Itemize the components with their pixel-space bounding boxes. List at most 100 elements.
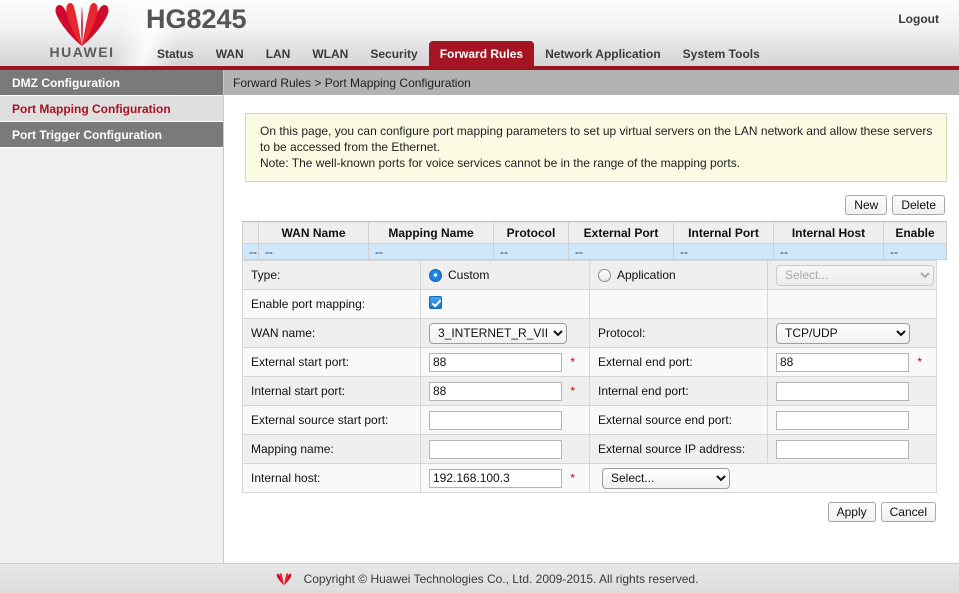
info-text-line-2: Note: The well-known ports for voice ser…: [260, 156, 741, 170]
label-type-custom: Custom: [448, 268, 490, 282]
main-content: Forward Rules > Port Mapping Configurati…: [224, 70, 959, 589]
label-wan-name: WAN name:: [242, 318, 421, 348]
huawei-wordmark: HUAWEI: [49, 44, 115, 60]
port-mapping-table: WAN Name Mapping Name Protocol External …: [242, 221, 947, 260]
external-end-port-input[interactable]: [776, 352, 909, 372]
field-internal-start-port: *: [420, 376, 590, 406]
label-external-source-end-port: External source end port:: [589, 405, 768, 435]
form-row-wan-protocol: WAN name: 3_INTERNET_R_VII Protocol: TCP…: [242, 318, 937, 348]
row-select-cell[interactable]: --: [242, 243, 259, 260]
row-cell-protocol: --: [493, 243, 569, 260]
radio-type-custom[interactable]: [429, 268, 442, 282]
form-row-external-source-ports: External source start port: External sou…: [242, 405, 937, 435]
internal-host-select[interactable]: Select...: [602, 467, 730, 489]
nav-item-security[interactable]: Security: [359, 41, 428, 66]
row-cell-enable: --: [883, 243, 947, 260]
form-row-mapping-name: Mapping name: External source IP address…: [242, 434, 937, 464]
label-mapping-name: Mapping name:: [242, 434, 421, 464]
required-marker-internal-start-port: *: [570, 384, 576, 398]
table-toolbar: New Delete: [242, 195, 947, 215]
field-protocol: TCP/UDP: [767, 318, 937, 348]
field-application-select-cell: Select...: [767, 260, 937, 290]
sidebar-item-dmz-configuration[interactable]: DMZ Configuration: [0, 70, 223, 96]
nav-item-lan[interactable]: LAN: [255, 41, 302, 66]
label-external-source-start-port: External source start port:: [242, 405, 421, 435]
row-cell-wan-name: --: [258, 243, 369, 260]
column-header-external-port: External Port: [568, 221, 674, 244]
nav-item-forward-rules[interactable]: Forward Rules: [428, 41, 535, 66]
internal-end-port-input[interactable]: [776, 381, 909, 401]
content-container: On this page, you can configure port map…: [224, 95, 959, 522]
external-start-port-input[interactable]: [429, 352, 562, 372]
label-external-source-ip: External source IP address:: [589, 434, 768, 464]
required-marker-internal-host: *: [570, 471, 576, 485]
label-external-end-port: External end port:: [589, 347, 768, 377]
external-source-end-port-input[interactable]: [776, 410, 909, 430]
form-row-enable-port-mapping: Enable port mapping:: [242, 289, 937, 319]
label-protocol: Protocol:: [589, 318, 768, 348]
nav-item-wlan[interactable]: WLAN: [301, 41, 359, 66]
field-internal-host: *: [420, 463, 590, 493]
label-type: Type:: [242, 260, 421, 290]
huawei-footer-flower-icon: [276, 572, 291, 585]
external-source-start-port-input[interactable]: [429, 410, 562, 430]
form-row-internal-ports: Internal start port: * Internal end port…: [242, 376, 937, 406]
external-source-ip-input[interactable]: [776, 439, 909, 459]
form-row-external-ports: External start port: * External end port…: [242, 347, 937, 377]
table-header-row: WAN Name Mapping Name Protocol External …: [242, 221, 947, 244]
required-marker-external-end-port: *: [917, 355, 923, 369]
form-row-type: Type: Custom Application Select...: [242, 260, 937, 290]
field-enable-port-mapping[interactable]: [420, 289, 590, 319]
table-row[interactable]: -- -- -- -- -- -- -- --: [242, 243, 947, 260]
body-area: DMZ Configuration Port Mapping Configura…: [0, 70, 959, 589]
logout-link[interactable]: Logout: [898, 12, 939, 26]
empty-cell-enable-a: [589, 289, 768, 319]
column-header-select: [242, 221, 259, 244]
internal-host-input[interactable]: [429, 468, 562, 488]
wan-name-select[interactable]: 3_INTERNET_R_VII: [429, 322, 567, 344]
sidebar: DMZ Configuration Port Mapping Configura…: [0, 70, 224, 589]
page-root: HUAWEI HG8245 Logout Status WAN LAN WLAN…: [0, 0, 959, 593]
app-footer: Copyright © Huawei Technologies Co., Ltd…: [0, 563, 959, 593]
row-cell-external-port: --: [568, 243, 674, 260]
label-internal-end-port: Internal end port:: [589, 376, 768, 406]
info-box: On this page, you can configure port map…: [245, 113, 947, 182]
field-type-custom[interactable]: Custom: [420, 260, 590, 290]
apply-button[interactable]: Apply: [827, 502, 876, 522]
delete-button[interactable]: Delete: [892, 195, 945, 215]
copyright-text: Copyright © Huawei Technologies Co., Ltd…: [303, 571, 699, 586]
sidebar-item-port-trigger-configuration[interactable]: Port Trigger Configuration: [0, 122, 223, 148]
column-header-protocol: Protocol: [493, 221, 569, 244]
radio-type-application[interactable]: [598, 268, 611, 282]
application-select[interactable]: Select...: [776, 264, 934, 286]
nav-item-system-tools[interactable]: System Tools: [672, 41, 771, 66]
nav-item-wan[interactable]: WAN: [205, 41, 255, 66]
sidebar-item-port-mapping-configuration[interactable]: Port Mapping Configuration: [0, 96, 223, 122]
field-type-application[interactable]: Application: [589, 260, 768, 290]
field-wan-name: 3_INTERNET_R_VII: [420, 318, 590, 348]
row-cell-internal-host: --: [773, 243, 884, 260]
table-body: -- -- -- -- -- -- -- --: [242, 243, 947, 260]
column-header-internal-port: Internal Port: [673, 221, 774, 244]
column-header-mapping-name: Mapping Name: [368, 221, 494, 244]
mapping-name-input[interactable]: [429, 439, 562, 459]
cancel-button[interactable]: Cancel: [880, 502, 936, 522]
huawei-flower-icon: [55, 2, 109, 46]
info-text-line-1: On this page, you can configure port map…: [260, 124, 933, 154]
label-internal-host: Internal host:: [242, 463, 421, 493]
new-button[interactable]: New: [845, 195, 888, 215]
huawei-logo: HUAWEI: [26, 0, 138, 66]
nav-item-status[interactable]: Status: [146, 41, 205, 66]
label-type-application: Application: [617, 268, 676, 282]
field-internal-host-select-cell: Select...: [589, 463, 937, 493]
protocol-select[interactable]: TCP/UDP: [776, 322, 910, 344]
label-enable-port-mapping: Enable port mapping:: [242, 289, 421, 319]
nav-item-network-application[interactable]: Network Application: [534, 41, 672, 66]
internal-start-port-input[interactable]: [429, 381, 562, 401]
checkbox-enable-port-mapping[interactable]: [429, 296, 442, 309]
field-external-source-start-port: [420, 405, 590, 435]
main-navigation: Status WAN LAN WLAN Security Forward Rul…: [146, 41, 771, 66]
column-header-enable: Enable: [883, 221, 947, 244]
field-mapping-name: [420, 434, 590, 464]
label-internal-start-port: Internal start port:: [242, 376, 421, 406]
